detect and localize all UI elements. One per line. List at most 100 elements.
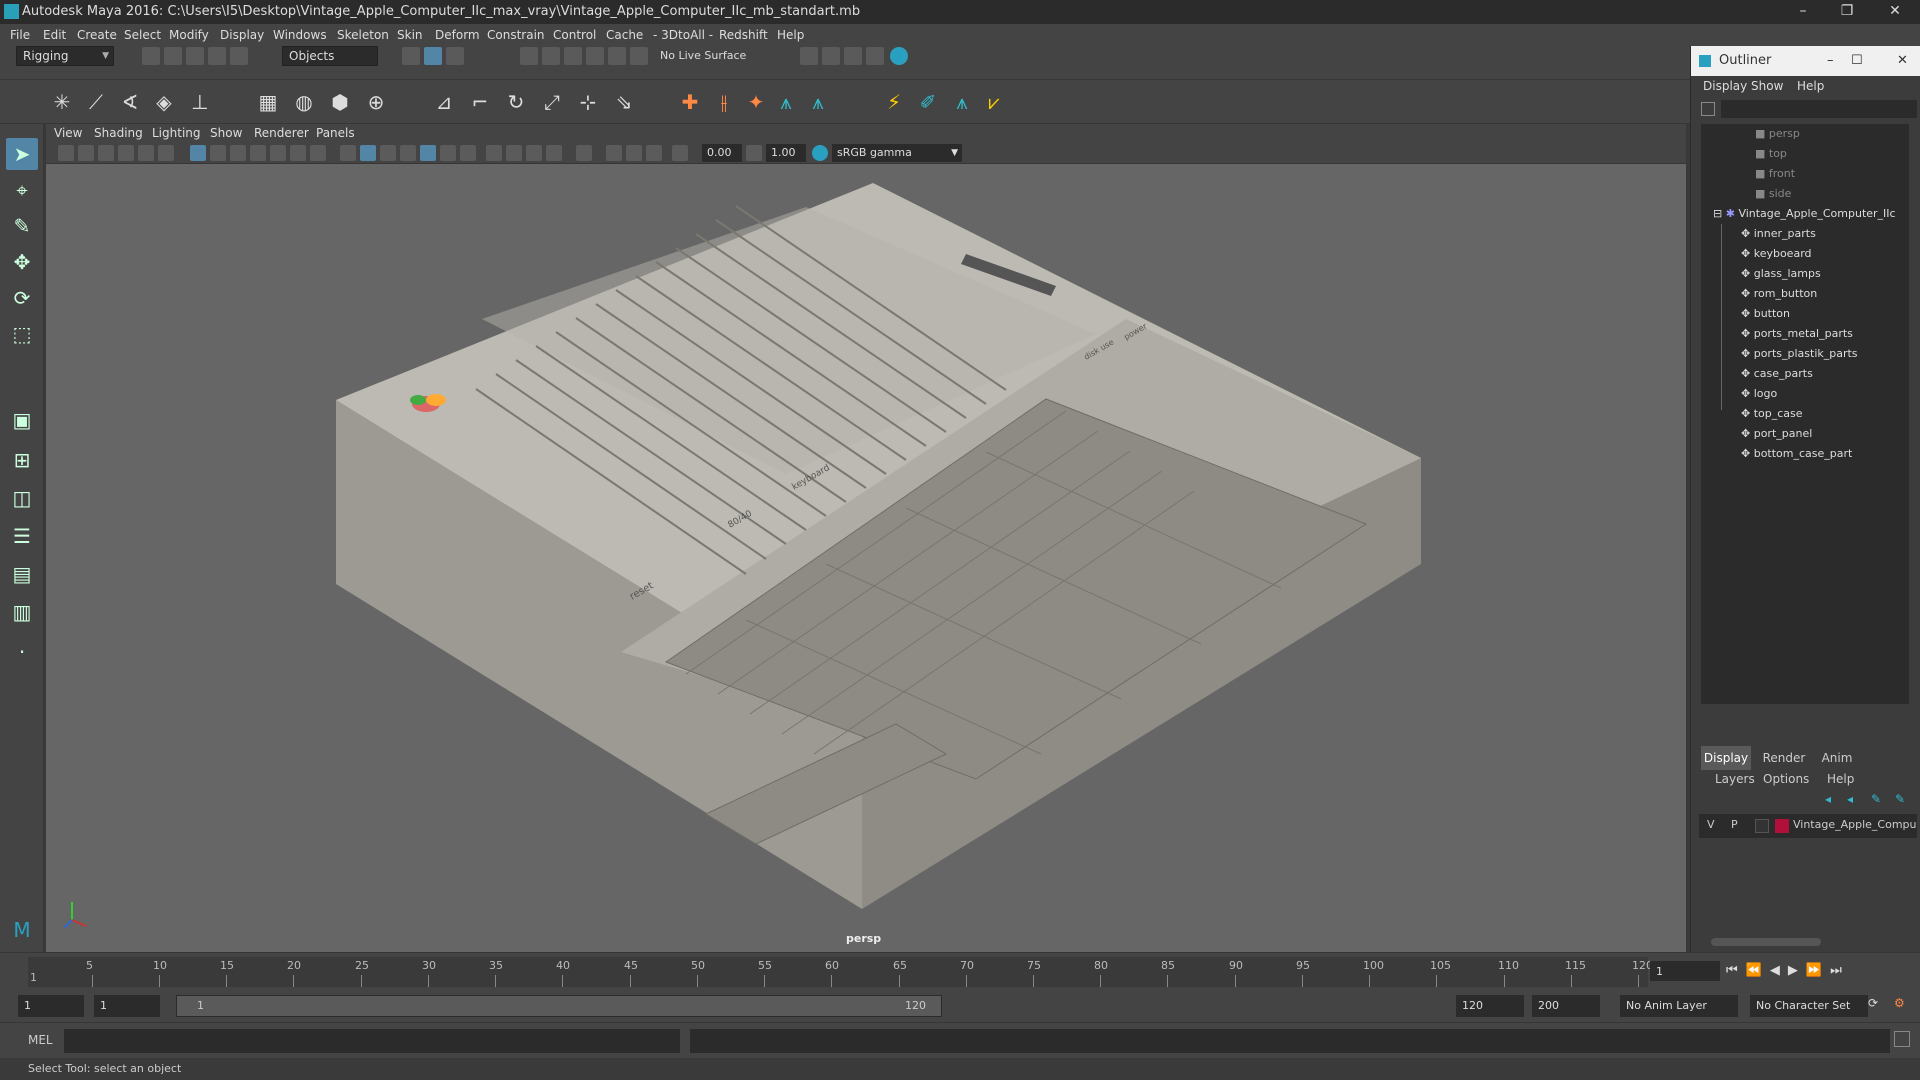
- xray-joints-icon[interactable]: [606, 145, 622, 161]
- snap-surface-icon[interactable]: [608, 47, 626, 65]
- menu-cache[interactable]: Cache: [606, 24, 643, 46]
- use-all-lights-icon[interactable]: [420, 145, 436, 161]
- close-button[interactable]: ✕: [1876, 0, 1914, 24]
- layer-type-toggle[interactable]: [1755, 819, 1769, 833]
- layers-menu-help[interactable]: Help: [1827, 772, 1854, 786]
- hypershade-layout-icon[interactable]: ▥: [6, 596, 38, 628]
- paint-select-icon[interactable]: ✎: [6, 210, 38, 242]
- wire-icon[interactable]: ⊕: [362, 88, 390, 116]
- paint-weights-icon[interactable]: ↻: [502, 88, 530, 116]
- outliner-child[interactable]: ✥ button: [1741, 304, 1790, 324]
- point-constraint-icon[interactable]: ⊹: [574, 88, 602, 116]
- sculpt-icon[interactable]: ⬢: [326, 88, 354, 116]
- safe-action-icon[interactable]: [290, 145, 306, 161]
- outliner-camera-side[interactable]: ■ side: [1755, 184, 1791, 204]
- camera-select-icon[interactable]: [58, 145, 74, 161]
- save-scene-icon[interactable]: [186, 47, 204, 65]
- rotate-tool-icon[interactable]: ⟳: [6, 282, 38, 314]
- vp-menu-panels[interactable]: Panels: [316, 124, 355, 142]
- vp-menu-shading[interactable]: Shading: [94, 124, 143, 142]
- outliner-camera-top[interactable]: ■ top: [1755, 144, 1787, 164]
- tab-anim[interactable]: Anim: [1813, 746, 1861, 770]
- isolate-select-icon[interactable]: [576, 145, 592, 161]
- outliner-filter-icon[interactable]: [1701, 102, 1715, 116]
- menu-select[interactable]: Select: [124, 24, 161, 46]
- select-tool-icon[interactable]: ➤: [6, 138, 38, 170]
- parent-constraint-icon[interactable]: ✚: [676, 88, 704, 116]
- layers-menu-options[interactable]: Options: [1763, 772, 1809, 786]
- select-by-hierarchy-icon[interactable]: [402, 47, 420, 65]
- layer-color-swatch[interactable]: [1775, 819, 1789, 833]
- smooth-bind-icon[interactable]: ⌐: [466, 88, 494, 116]
- vp-menu-view[interactable]: View: [54, 124, 82, 142]
- current-time-field[interactable]: 1: [1650, 961, 1720, 981]
- select-by-object-icon[interactable]: [424, 47, 442, 65]
- snap-plane-icon[interactable]: [586, 47, 604, 65]
- menu-display[interactable]: Display: [220, 24, 264, 46]
- time-slider[interactable]: 1 5 10 15 20 25 30 35 40 45 50 55 60 65 70 75 80 85 90 95 1…: [0, 952, 1920, 990]
- safe-title-icon[interactable]: [310, 145, 326, 161]
- outliner-camera-front[interactable]: ■ front: [1755, 164, 1795, 184]
- outliner-menu-show[interactable]: Show: [1751, 76, 1783, 96]
- film-gate-icon[interactable]: [210, 145, 226, 161]
- resolution-gate-icon[interactable]: [230, 145, 246, 161]
- character-set-dropdown[interactable]: No Character Set: [1750, 995, 1868, 1017]
- xray-active-icon[interactable]: [626, 145, 642, 161]
- command-input[interactable]: [64, 1029, 680, 1053]
- mirror-weights-icon[interactable]: ⤢: [538, 88, 566, 116]
- outliner-child[interactable]: ✥ glass_lamps: [1741, 264, 1821, 284]
- joint-tool-icon[interactable]: ✳: [48, 88, 76, 116]
- outliner-search-input[interactable]: [1721, 100, 1917, 118]
- menu-skin[interactable]: Skin: [397, 24, 423, 46]
- menu-file[interactable]: File: [10, 24, 30, 46]
- cluster-icon[interactable]: ⊥: [186, 88, 214, 116]
- grease-pencil-icon[interactable]: [158, 145, 174, 161]
- color-management-icon[interactable]: [812, 145, 828, 161]
- playback-start-field[interactable]: 1: [94, 995, 160, 1017]
- outliner-child[interactable]: ✥ port_panel: [1741, 424, 1812, 444]
- bookmark-icon[interactable]: [98, 145, 114, 161]
- new-layer-icon[interactable]: ✎: [1871, 792, 1881, 806]
- outliner-menu-display[interactable]: Display: [1703, 76, 1747, 96]
- lasso-tool-icon[interactable]: ⌖: [6, 174, 38, 206]
- tab-display[interactable]: Display: [1701, 746, 1751, 770]
- redshift-ipr-icon[interactable]: ⩚: [948, 88, 976, 116]
- undo-icon[interactable]: [208, 47, 226, 65]
- move-layer-down-icon[interactable]: ◂: [1847, 792, 1853, 806]
- two-view-icon[interactable]: ◫: [6, 482, 38, 514]
- anim-prefs-icon[interactable]: ⚙: [1894, 996, 1905, 1010]
- vp-menu-lighting[interactable]: Lighting: [152, 124, 201, 142]
- minimize-button[interactable]: –: [1784, 0, 1822, 24]
- time-ruler[interactable]: 1 5 10 15 20 25 30 35 40 45 50 55 60 65 70 75 80 85 90 95 1…: [28, 957, 1653, 987]
- hypershade-icon[interactable]: [890, 47, 908, 65]
- perspective-viewport[interactable]: reset 80/40 keyboard disk use power pers…: [46, 164, 1686, 952]
- layer-playback-toggle[interactable]: P: [1731, 818, 1738, 831]
- maximize-button[interactable]: ❐: [1828, 0, 1866, 24]
- anti-alias-icon[interactable]: [526, 145, 542, 161]
- camera-lock-icon[interactable]: [78, 145, 94, 161]
- vp-menu-renderer[interactable]: Renderer: [254, 124, 309, 142]
- ambient-occlusion-icon[interactable]: [486, 145, 502, 161]
- gamma-icon[interactable]: [746, 145, 762, 161]
- orient-constraint-icon[interactable]: ⫲: [710, 88, 738, 116]
- outliner-layout-icon[interactable]: ☰: [6, 520, 38, 552]
- outliner-camera-persp[interactable]: ■ persp: [1755, 124, 1800, 144]
- outliner-child[interactable]: ✥ case_parts: [1741, 364, 1813, 384]
- render-settings-icon[interactable]: [866, 47, 884, 65]
- bind-skin-icon[interactable]: ⊿: [430, 88, 458, 116]
- selection-mode-dropdown[interactable]: Objects: [282, 46, 378, 66]
- gamma-field[interactable]: 1.00: [766, 144, 806, 162]
- custom-layout-icon[interactable]: ·: [6, 636, 38, 668]
- render-current-icon[interactable]: [822, 47, 840, 65]
- outliner-child[interactable]: ✥ ports_metal_parts: [1741, 324, 1853, 344]
- exposure-icon[interactable]: [672, 145, 688, 161]
- xray-icon[interactable]: [460, 145, 476, 161]
- view-transform-dropdown[interactable]: sRGB gamma ▼: [832, 144, 962, 162]
- snap-point-icon[interactable]: [564, 47, 582, 65]
- exposure-field[interactable]: 0.00: [702, 144, 742, 162]
- menu-redshift[interactable]: Redshift: [719, 24, 768, 46]
- scale-tool-icon[interactable]: ⬚: [6, 318, 38, 350]
- outliner-maximize-button[interactable]: ☐: [1851, 46, 1863, 76]
- layer-visibility-toggle[interactable]: V: [1707, 818, 1715, 831]
- ipr-render-icon[interactable]: [844, 47, 862, 65]
